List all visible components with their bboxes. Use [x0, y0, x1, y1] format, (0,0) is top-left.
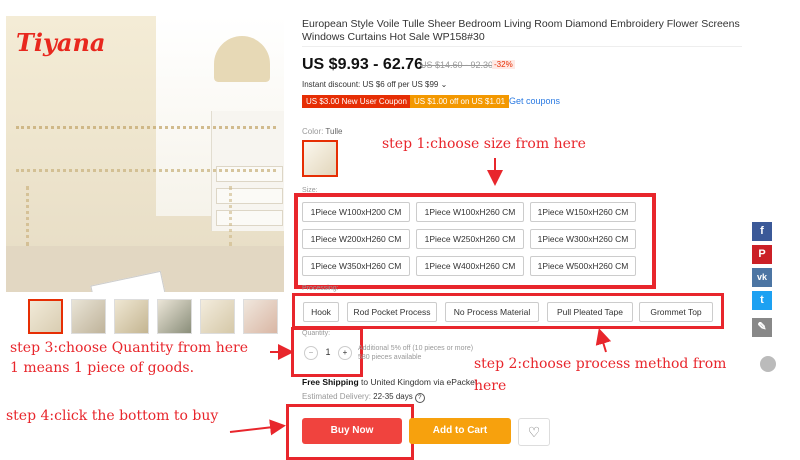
arrow-step4	[229, 419, 286, 436]
annotation-arrows	[229, 158, 612, 436]
arrow-step2	[595, 328, 612, 353]
